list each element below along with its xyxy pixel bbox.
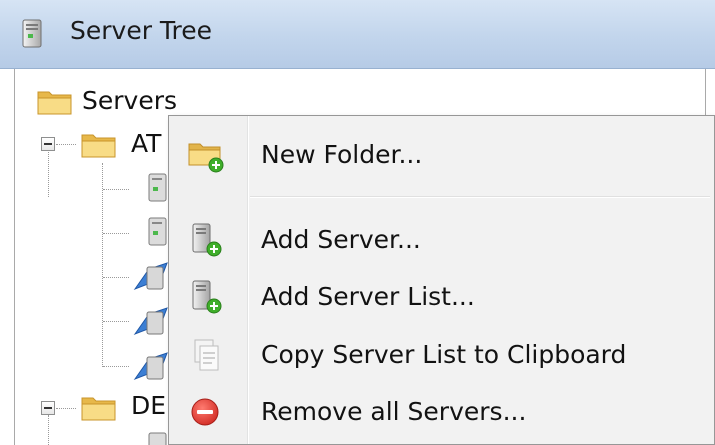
server-tree-window: Server Tree Servers AT DE New Folder... … [0,0,715,445]
remove-icon [191,398,219,426]
copy-clipboard-icon [194,339,219,371]
tree-connector [103,366,129,367]
menu-item-label: Copy Server List to Clipboard [261,340,627,369]
tree-connector [103,277,129,278]
tree-connector [56,408,76,409]
menu-item-label: Add Server List... [261,282,475,311]
menu-item-remove-all-servers[interactable]: Remove all Servers... [170,384,714,440]
connected-server-icon[interactable] [131,304,171,340]
tree-node-servers[interactable]: Servers [82,86,177,115]
folder-icon [37,91,72,115]
connected-server-icon[interactable] [131,259,171,295]
menu-item-new-folder[interactable]: New Folder... [170,127,714,183]
add-server-list-icon [192,280,222,314]
tree-connector [103,189,129,190]
tree-connector [56,144,76,145]
context-menu: New Folder... Add Server... Add Server L… [168,115,715,445]
folder-icon [81,397,116,421]
tree-connector [103,321,129,322]
new-folder-icon [188,143,224,173]
menu-item-add-server-list[interactable]: Add Server List... [170,269,714,325]
menu-item-label: Add Server... [261,225,421,254]
menu-item-add-server[interactable]: Add Server... [170,212,714,268]
server-icon [22,19,42,48]
tree-connector [48,415,49,445]
add-server-icon [192,223,222,257]
title-bar: Server Tree [0,0,715,69]
menu-item-label: New Folder... [261,140,423,169]
server-icon[interactable] [147,216,169,248]
tree-connector [102,163,103,367]
menu-item-copy-server-list[interactable]: Copy Server List to Clipboard [170,327,714,383]
collapse-toggle[interactable] [41,137,55,151]
window-title: Server Tree [70,16,213,45]
menu-separator [250,196,710,198]
server-icon[interactable] [147,172,169,204]
folder-icon [81,134,116,158]
connected-server-icon[interactable] [131,349,171,385]
tree-node-at[interactable]: AT [131,129,161,158]
tree-node-de[interactable]: DE [131,391,166,420]
tree-connector [103,233,129,234]
menu-item-label: Remove all Servers... [261,397,527,426]
tree-connector [48,143,49,197]
collapse-toggle[interactable] [41,401,55,415]
server-icon[interactable] [147,431,169,445]
